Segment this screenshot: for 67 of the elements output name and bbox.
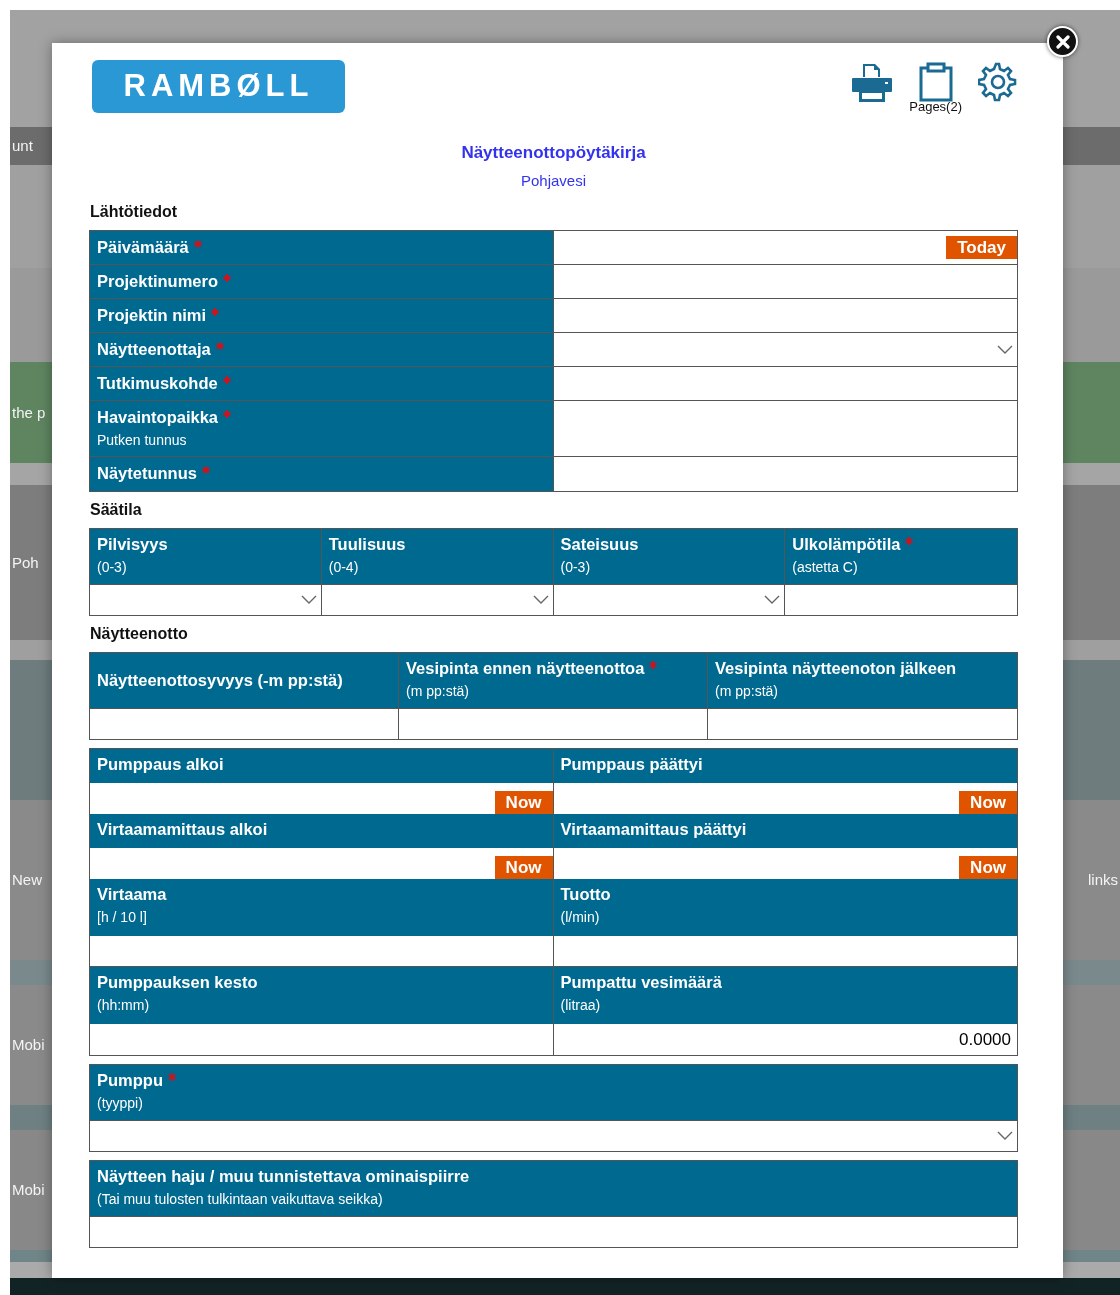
now-button[interactable]: Now bbox=[494, 791, 553, 814]
logo: RAMBØLL bbox=[92, 60, 345, 113]
field-hint: [h / 10 l] bbox=[97, 908, 148, 926]
field-label: Näytteen haju / muu tunnistettava ominaispiirre bbox=[97, 1167, 470, 1185]
background-text: links bbox=[1087, 871, 1119, 888]
field-hint: (m pp:stä) bbox=[715, 682, 779, 700]
today-button[interactable]: Today bbox=[946, 236, 1017, 259]
field-hint: (0-4) bbox=[328, 558, 360, 576]
field-label: Näytetunnus bbox=[97, 464, 197, 482]
field-label: Pumppu bbox=[97, 1071, 163, 1089]
field-label: Projektin nimi bbox=[97, 306, 207, 324]
chevron-icon bbox=[300, 595, 317, 605]
field-label: Pumppauksen kesto bbox=[97, 973, 258, 991]
form-title: Näytteenottopöytäkirja bbox=[460, 142, 647, 164]
print-button[interactable] bbox=[851, 62, 894, 104]
background-text: Mobi bbox=[11, 1181, 46, 1198]
now-button[interactable]: Now bbox=[959, 856, 1017, 879]
field-label: Vesipinta ennen näytteenottoa bbox=[406, 659, 645, 677]
clipboard-icon bbox=[918, 62, 953, 102]
background-text: the p bbox=[11, 403, 47, 421]
section-heading: Näytteenotto bbox=[90, 624, 189, 644]
field-label: Pumppaus alkoi bbox=[97, 755, 224, 773]
background-text: Poh bbox=[11, 553, 40, 571]
now-button[interactable]: Now bbox=[494, 856, 553, 879]
field-hint: (tyyppi) bbox=[97, 1094, 144, 1112]
background-text: unt bbox=[11, 137, 34, 154]
field-hint: (0-3) bbox=[560, 558, 592, 576]
settings-icon bbox=[978, 62, 1018, 102]
chevron-icon bbox=[997, 1131, 1013, 1141]
field-label: Sateisuus bbox=[560, 535, 639, 553]
section-heading: Säätila bbox=[90, 500, 143, 520]
now-button[interactable]: Now bbox=[959, 791, 1017, 814]
field-label: Virtaamamittaus alkoi bbox=[97, 820, 268, 838]
printer-icon bbox=[851, 62, 894, 104]
field-hint: (l/min) bbox=[560, 908, 601, 926]
field-hint: (Tai muu tulosten tulkintaan vaikuttava seikka) bbox=[97, 1190, 384, 1208]
field-label: Havaintopaikka bbox=[97, 408, 219, 426]
field-label: Tuulisuus bbox=[328, 535, 406, 553]
field-label: Pumpattu vesimäärä bbox=[560, 973, 722, 991]
field-label: Tutkimuskohde bbox=[97, 374, 218, 392]
chevron-icon bbox=[532, 595, 549, 605]
field-label: Ulkolämpötila bbox=[792, 535, 901, 553]
field-label: Virtaamamittaus päättyi bbox=[560, 820, 747, 838]
field-hint: (litraa) bbox=[560, 996, 602, 1014]
background-text: New bbox=[11, 871, 43, 888]
chevron-icon bbox=[764, 595, 781, 605]
field-hint: Putken tunnus bbox=[97, 431, 188, 449]
field-label: Pilvisyys bbox=[97, 535, 168, 553]
field-label: Virtaama bbox=[97, 885, 167, 903]
field-hint: (hh:mm) bbox=[97, 996, 151, 1014]
background-text: Mobi bbox=[11, 1036, 46, 1053]
field-label: Projektinumero bbox=[97, 272, 219, 290]
pages-button[interactable]: Pages(2) bbox=[909, 62, 962, 113]
section-heading: Lähtötiedot bbox=[90, 202, 179, 222]
field-label: Näytteenottaja bbox=[97, 340, 211, 358]
field-label: Vesipinta näytteenoton jälkeen bbox=[715, 659, 957, 677]
field-hint: (m pp:stä) bbox=[406, 682, 470, 700]
chevron-icon bbox=[997, 344, 1013, 355]
field-hint: (astetta C) bbox=[792, 558, 859, 576]
field-label: Näytteenottosyvyys (-m pp:stä) bbox=[97, 671, 343, 689]
field-hint: (0-3) bbox=[97, 558, 128, 576]
close-icon bbox=[1055, 34, 1070, 49]
settings-button[interactable] bbox=[978, 62, 1018, 102]
field-label: Pumppaus päättyi bbox=[560, 755, 703, 773]
field-label: Tuotto bbox=[560, 885, 611, 903]
field-label: Päivämäärä bbox=[97, 238, 189, 256]
form-subtitle: Pohjavesi bbox=[519, 170, 587, 191]
